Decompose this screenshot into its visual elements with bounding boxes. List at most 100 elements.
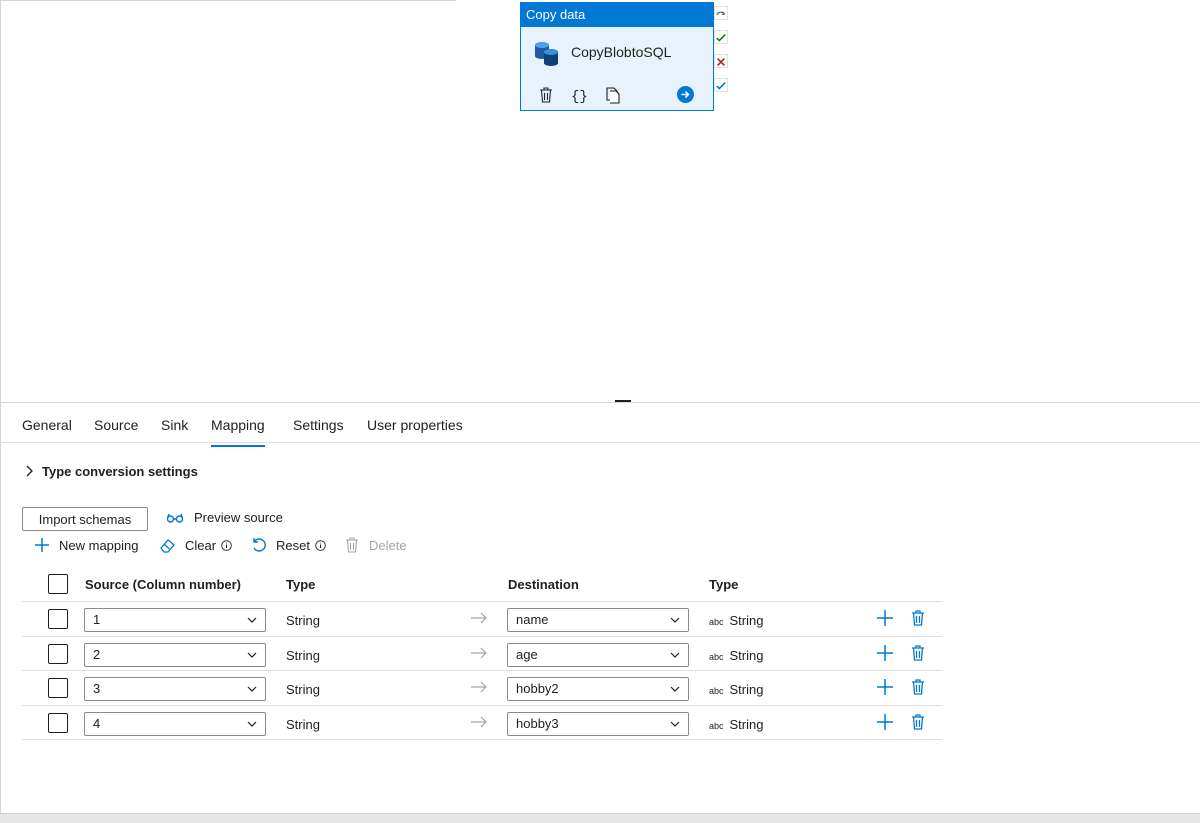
code-icon[interactable]: {} xyxy=(570,86,588,104)
arrow-right-icon xyxy=(471,716,487,727)
canvas-top-divider xyxy=(1,0,456,1)
chevron-down-icon xyxy=(247,617,257,623)
destination-type: abc String xyxy=(709,682,763,697)
chevron-right-icon xyxy=(26,465,33,477)
abc-type-icon: abc xyxy=(709,686,724,696)
destination-type-value: String xyxy=(729,716,764,732)
type-conversion-label: Type conversion settings xyxy=(42,463,198,479)
destination-value: hobby3 xyxy=(516,715,559,731)
clear-button[interactable]: Clear xyxy=(159,534,240,556)
delete-button[interactable]: Delete xyxy=(343,534,407,556)
abc-type-icon: abc xyxy=(709,617,724,627)
trash-icon xyxy=(346,537,358,553)
chevron-down-icon xyxy=(247,686,257,692)
delete-row-icon[interactable] xyxy=(909,678,927,696)
row-checkbox[interactable] xyxy=(48,712,68,733)
destination-select[interactable]: name xyxy=(507,608,689,632)
destination-type-value: String xyxy=(729,682,764,697)
add-row-icon[interactable] xyxy=(876,678,894,696)
source-type: String xyxy=(286,716,320,732)
arrow-right-icon xyxy=(471,681,487,693)
completion-port-icon[interactable] xyxy=(714,78,728,92)
select-all-checkbox[interactable] xyxy=(48,574,68,594)
skip-port-icon[interactable] xyxy=(714,6,728,20)
glasses-icon xyxy=(166,513,184,523)
destination-value: hobby2 xyxy=(516,681,559,696)
info-icon xyxy=(315,539,326,551)
destination-value: name xyxy=(516,612,549,627)
delete-row-icon[interactable] xyxy=(909,713,927,731)
eraser-icon xyxy=(160,539,175,553)
abc-type-icon: abc xyxy=(709,720,724,731)
chevron-down-icon xyxy=(247,721,257,727)
source-column-select[interactable]: 1 xyxy=(84,608,266,632)
new-mapping-label: New mapping xyxy=(59,537,139,553)
header-type: Type xyxy=(286,577,316,592)
arrow-right-icon xyxy=(471,647,487,658)
chevron-down-icon xyxy=(670,617,680,623)
preview-source-label: Preview source xyxy=(194,510,283,525)
chevron-down-icon xyxy=(247,652,257,658)
splitter-handle[interactable] xyxy=(615,400,631,402)
info-icon xyxy=(221,539,232,551)
header-source: Source (Column number) xyxy=(85,577,242,592)
destination-select[interactable]: age xyxy=(507,642,689,667)
destination-type: abc String xyxy=(709,648,763,663)
add-row-icon[interactable] xyxy=(876,609,894,627)
reset-label: Reset xyxy=(276,537,310,553)
reset-button[interactable]: Reset xyxy=(250,534,334,556)
source-column-value: 3 xyxy=(93,681,101,696)
clear-label: Clear xyxy=(185,537,217,553)
source-column-value: 2 xyxy=(93,646,101,662)
activity-type-label: Copy data xyxy=(521,3,713,27)
table-row: 1 String name abc String xyxy=(22,602,942,637)
row-checkbox[interactable] xyxy=(48,609,68,629)
destination-type: abc String xyxy=(709,717,763,732)
import-schemas-button[interactable]: Import schemas xyxy=(22,507,148,531)
destination-select[interactable]: hobby3 xyxy=(507,711,689,736)
source-column-select[interactable]: 4 xyxy=(84,711,266,736)
success-port-icon[interactable] xyxy=(714,30,728,44)
tabs-divider xyxy=(0,442,1200,443)
destination-type-value: String xyxy=(729,647,764,663)
delete-row-icon[interactable] xyxy=(909,609,927,627)
source-column-value: 1 xyxy=(93,612,101,627)
source-column-select[interactable]: 2 xyxy=(84,642,266,667)
header-dest-type: Type xyxy=(709,577,739,592)
copy-data-activity[interactable]: Copy data CopyBlobtoSQL {} xyxy=(520,2,714,111)
row-checkbox[interactable] xyxy=(48,643,68,664)
pipeline-canvas[interactable]: Copy data CopyBlobtoSQL {} xyxy=(0,0,1200,402)
row-checkbox[interactable] xyxy=(48,678,68,698)
activity-name: CopyBlobtoSQL xyxy=(571,44,672,60)
chevron-down-icon xyxy=(670,721,680,727)
source-type: String xyxy=(286,682,320,697)
arrow-right-circle-icon[interactable] xyxy=(677,86,694,103)
new-mapping-button[interactable]: New mapping xyxy=(33,534,139,556)
type-conversion-settings-toggle[interactable]: Type conversion settings xyxy=(24,461,198,481)
database-icon xyxy=(535,42,558,66)
add-row-icon[interactable] xyxy=(876,644,894,662)
table-row: 3 String hobby2 abc String xyxy=(22,671,942,706)
source-column-select[interactable]: 3 xyxy=(84,677,266,701)
delete-icon[interactable] xyxy=(537,86,555,104)
undo-icon xyxy=(253,538,266,552)
table-row: 4 String hobby3 abc String xyxy=(22,706,942,740)
abc-type-icon: abc xyxy=(709,651,724,662)
svg-text:{}: {} xyxy=(571,89,588,104)
copy-icon[interactable] xyxy=(604,86,622,104)
destination-value: age xyxy=(516,646,538,662)
arrow-right-icon xyxy=(471,612,487,624)
add-row-icon[interactable] xyxy=(876,713,894,731)
destination-select[interactable]: hobby2 xyxy=(507,677,689,701)
window-bottom-edge xyxy=(0,813,1200,823)
source-type: String xyxy=(286,613,320,628)
mapping-table: Source (Column number) Type Destination … xyxy=(22,567,942,740)
destination-type: abc String xyxy=(709,613,763,628)
header-destination: Destination xyxy=(508,577,579,592)
preview-source-button[interactable]: Preview source xyxy=(166,510,283,525)
table-header: Source (Column number) Type Destination … xyxy=(22,567,942,602)
delete-row-icon[interactable] xyxy=(909,644,927,662)
failure-port-icon[interactable] xyxy=(714,54,728,68)
source-column-value: 4 xyxy=(93,715,101,731)
destination-type-value: String xyxy=(729,613,764,628)
